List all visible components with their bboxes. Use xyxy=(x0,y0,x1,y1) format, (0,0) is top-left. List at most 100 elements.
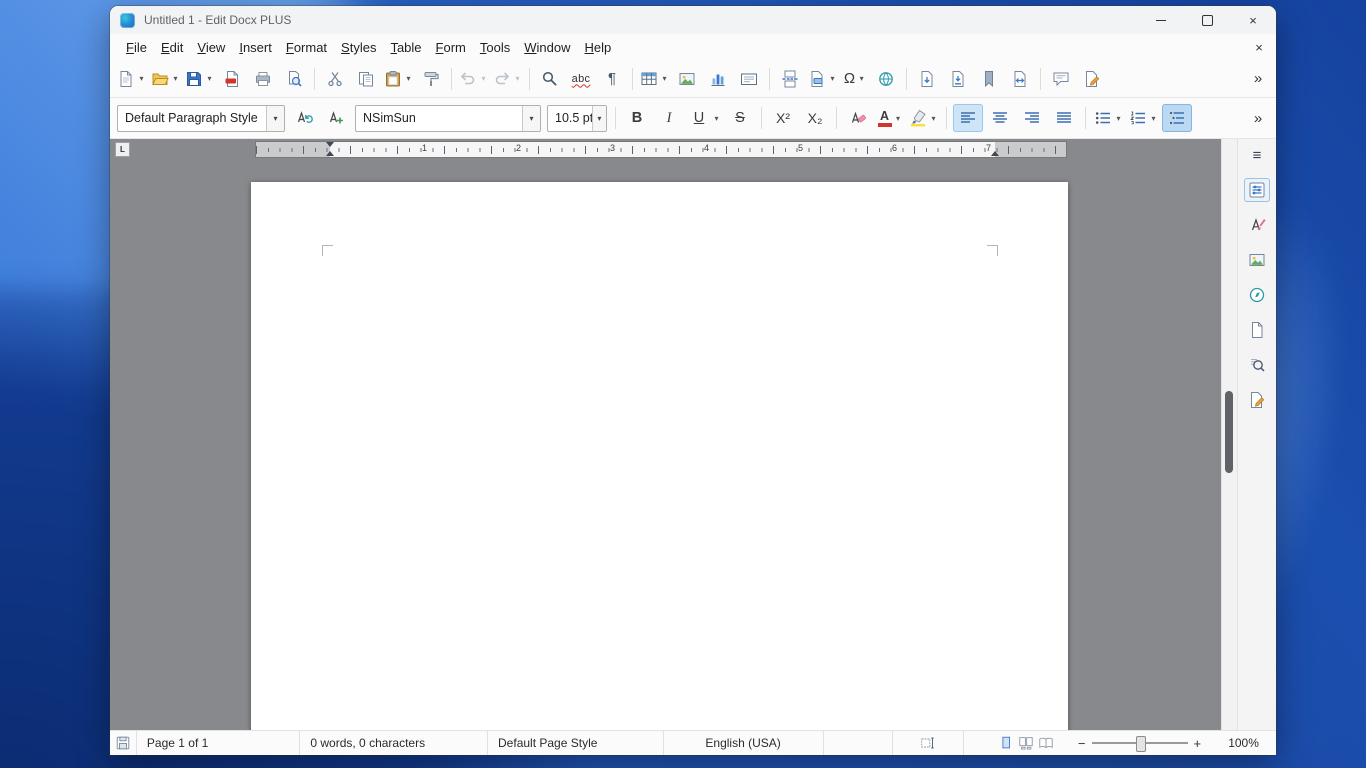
insert-mode-field[interactable] xyxy=(824,731,893,755)
chevron-down-icon[interactable]: ▾ xyxy=(592,106,606,131)
insert-textbox-button[interactable] xyxy=(734,65,764,93)
align-center-button[interactable] xyxy=(985,104,1015,132)
book-view-button[interactable] xyxy=(1038,735,1054,751)
minimize-button[interactable] xyxy=(1138,6,1184,34)
page-style-field[interactable]: Default Page Style xyxy=(488,731,664,755)
paste-button[interactable]: ▾ xyxy=(382,65,415,93)
insert-footnote-button[interactable] xyxy=(912,65,942,93)
close-document-button[interactable]: × xyxy=(1248,36,1270,58)
chevron-down-icon[interactable]: ▾ xyxy=(205,74,214,83)
insert-special-character-button[interactable]: Ω ▾ xyxy=(840,65,870,93)
zoom-slider-thumb[interactable] xyxy=(1136,736,1146,752)
sidebar-gallery-button[interactable] xyxy=(1244,248,1270,272)
chevron-down-icon[interactable]: ▾ xyxy=(404,74,413,83)
sidebar-style-inspector-button[interactable] xyxy=(1244,353,1270,377)
subscript-button[interactable]: X₂ xyxy=(800,104,830,132)
first-line-indent-marker[interactable] xyxy=(326,142,334,147)
scrollbar-thumb[interactable] xyxy=(1225,391,1233,473)
single-page-view-button[interactable] xyxy=(998,735,1014,751)
insert-endnote-button[interactable] xyxy=(943,65,973,93)
chevron-down-icon[interactable]: ▾ xyxy=(1149,114,1158,123)
sidebar-settings-button[interactable]: ≡ xyxy=(1244,143,1270,167)
chevron-down-icon[interactable]: ▾ xyxy=(171,74,180,83)
insert-image-button[interactable] xyxy=(672,65,702,93)
insert-hyperlink-button[interactable] xyxy=(871,65,901,93)
formatting-marks-button[interactable]: ¶ xyxy=(597,65,627,93)
chevron-down-icon[interactable]: ▾ xyxy=(660,74,669,83)
insert-field-button[interactable]: ▾ xyxy=(806,65,839,93)
align-right-button[interactable] xyxy=(1017,104,1047,132)
chevron-down-icon[interactable]: ▾ xyxy=(479,74,488,83)
font-name-combo[interactable]: NSimSun ▾ xyxy=(355,105,541,132)
insert-bookmark-button[interactable] xyxy=(974,65,1004,93)
insert-table-button[interactable]: ▾ xyxy=(638,65,671,93)
chevron-down-icon[interactable]: ▾ xyxy=(828,74,837,83)
zoom-in-button[interactable]: + xyxy=(1194,736,1202,751)
left-indent-marker[interactable] xyxy=(326,151,334,156)
chevron-down-icon[interactable]: ▾ xyxy=(894,114,903,123)
print-preview-button[interactable] xyxy=(279,65,309,93)
menu-view[interactable]: View xyxy=(190,37,232,58)
maximize-button[interactable] xyxy=(1184,6,1230,34)
toolbar-overflow-button[interactable]: » xyxy=(1245,104,1271,132)
document-area[interactable] xyxy=(110,160,1221,730)
vertical-scrollbar[interactable] xyxy=(1221,139,1237,730)
menu-file[interactable]: File xyxy=(119,37,154,58)
unordered-list-button[interactable]: ▾ xyxy=(1092,104,1125,132)
chevron-down-icon[interactable]: ▾ xyxy=(522,106,540,131)
superscript-button[interactable]: X² xyxy=(768,104,798,132)
print-button[interactable] xyxy=(248,65,278,93)
clone-formatting-button[interactable] xyxy=(416,65,446,93)
menu-styles[interactable]: Styles xyxy=(334,37,383,58)
chevron-down-icon[interactable]: ▾ xyxy=(137,74,146,83)
selection-mode-field[interactable] xyxy=(893,731,964,755)
sidebar-navigator-button[interactable] xyxy=(1244,283,1270,307)
menu-form[interactable]: Form xyxy=(429,37,473,58)
new-style-button[interactable] xyxy=(321,104,351,132)
track-changes-button[interactable] xyxy=(1077,65,1107,93)
close-button[interactable]: × xyxy=(1230,6,1276,34)
right-indent-marker[interactable] xyxy=(991,151,999,156)
toolbar-overflow-button[interactable]: » xyxy=(1245,65,1271,93)
chevron-down-icon[interactable]: ▾ xyxy=(929,114,938,123)
chevron-down-icon[interactable]: ▾ xyxy=(266,106,284,131)
find-replace-button[interactable] xyxy=(535,65,565,93)
zoom-out-button[interactable]: − xyxy=(1078,736,1086,751)
spelling-button[interactable]: abc xyxy=(566,65,596,93)
highlight-color-button[interactable]: ▾ xyxy=(907,104,940,132)
insert-comment-button[interactable] xyxy=(1046,65,1076,93)
titlebar[interactable]: Untitled 1 - Edit Docx PLUS × xyxy=(110,6,1276,34)
zoom-slider-track[interactable] xyxy=(1092,742,1188,744)
italic-button[interactable]: I xyxy=(654,104,684,132)
paragraph-style-combo[interactable]: Default Paragraph Style ▾ xyxy=(117,105,285,132)
align-left-button[interactable] xyxy=(953,104,983,132)
new-document-button[interactable]: ▾ xyxy=(115,65,148,93)
chevron-down-icon[interactable]: ▾ xyxy=(857,74,866,83)
chevron-down-icon[interactable]: ▾ xyxy=(513,74,522,83)
menu-edit[interactable]: Edit xyxy=(154,37,190,58)
tab-stop-selector[interactable]: L xyxy=(115,142,130,157)
underline-button[interactable]: U ▾ xyxy=(686,104,723,132)
sidebar-manage-changes-button[interactable] xyxy=(1244,388,1270,412)
menu-format[interactable]: Format xyxy=(279,37,334,58)
document-status[interactable] xyxy=(110,731,137,755)
menu-insert[interactable]: Insert xyxy=(232,37,279,58)
open-button[interactable]: ▾ xyxy=(149,65,182,93)
outline-format-button[interactable] xyxy=(1162,104,1192,132)
chevron-down-icon[interactable]: ▾ xyxy=(1114,114,1123,123)
language-field[interactable]: English (USA) xyxy=(664,731,824,755)
clear-formatting-button[interactable] xyxy=(843,104,873,132)
menu-tools[interactable]: Tools xyxy=(473,37,517,58)
word-count-field[interactable]: 0 words, 0 characters xyxy=(300,731,488,755)
chevron-down-icon[interactable]: ▾ xyxy=(712,114,721,123)
sidebar-page-button[interactable] xyxy=(1244,318,1270,342)
justify-button[interactable] xyxy=(1049,104,1079,132)
ordered-list-button[interactable]: ▾ xyxy=(1127,104,1160,132)
multi-page-view-button[interactable] xyxy=(1018,735,1034,751)
zoom-level-field[interactable]: 100% xyxy=(1211,731,1276,755)
insert-cross-reference-button[interactable] xyxy=(1005,65,1035,93)
horizontal-ruler[interactable]: 1 2 3 4 5 6 7 xyxy=(256,142,1066,157)
menu-table[interactable]: Table xyxy=(383,37,428,58)
font-color-button[interactable]: A ▾ xyxy=(875,104,905,132)
insert-page-break-button[interactable] xyxy=(775,65,805,93)
